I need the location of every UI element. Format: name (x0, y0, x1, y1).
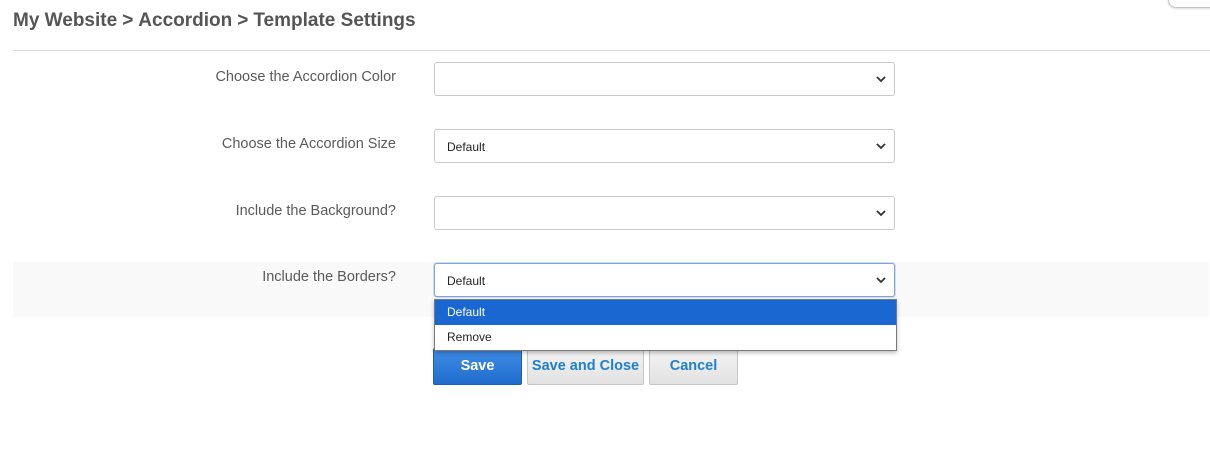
breadcrumb-item-accordion[interactable]: Accordion (138, 10, 232, 31)
accordion-color-select[interactable] (434, 62, 895, 96)
field-label-background: Include the Background? (235, 203, 396, 219)
form-row-background: Include the Background? (13, 196, 1209, 251)
chevron-down-icon (876, 143, 886, 150)
breadcrumb-item-my-website[interactable]: My Website (13, 10, 117, 31)
borders-select[interactable]: Default (434, 263, 895, 297)
chevron-down-icon (876, 76, 886, 83)
chevron-down-icon (876, 210, 886, 217)
select-value: Default (447, 140, 486, 154)
field-label-accordion-size: Choose the Accordion Size (221, 136, 396, 152)
breadcrumb-separator: > (237, 10, 249, 31)
corner-widget[interactable] (1168, 0, 1210, 8)
background-select[interactable] (434, 196, 895, 230)
accordion-size-select[interactable]: Default (434, 129, 895, 163)
field-label-accordion-color: Choose the Accordion Color (215, 69, 396, 85)
template-settings-page: My Website > Accordion > Template Settings C… (0, 0, 1210, 469)
dropdown-option-default[interactable]: Default (435, 300, 896, 325)
chevron-down-icon (876, 277, 886, 284)
save-button[interactable]: Save (433, 348, 522, 385)
breadcrumb-separator: > (122, 10, 134, 31)
save-and-close-button[interactable]: Save and Close (527, 348, 644, 385)
borders-dropdown-list: Default Remove (434, 299, 897, 351)
cancel-button[interactable]: Cancel (649, 348, 738, 385)
header-divider (13, 50, 1210, 51)
form-row-accordion-size: Choose the Accordion Size Default (13, 129, 1209, 184)
field-label-borders: Include the Borders? (262, 269, 396, 285)
select-value: Default (447, 274, 486, 288)
breadcrumb: My Website > Accordion > Template Settings (13, 10, 416, 32)
breadcrumb-item-template-settings: Template Settings (253, 10, 416, 31)
form-row-accordion-color: Choose the Accordion Color (13, 62, 1209, 117)
dropdown-option-remove[interactable]: Remove (435, 325, 896, 350)
